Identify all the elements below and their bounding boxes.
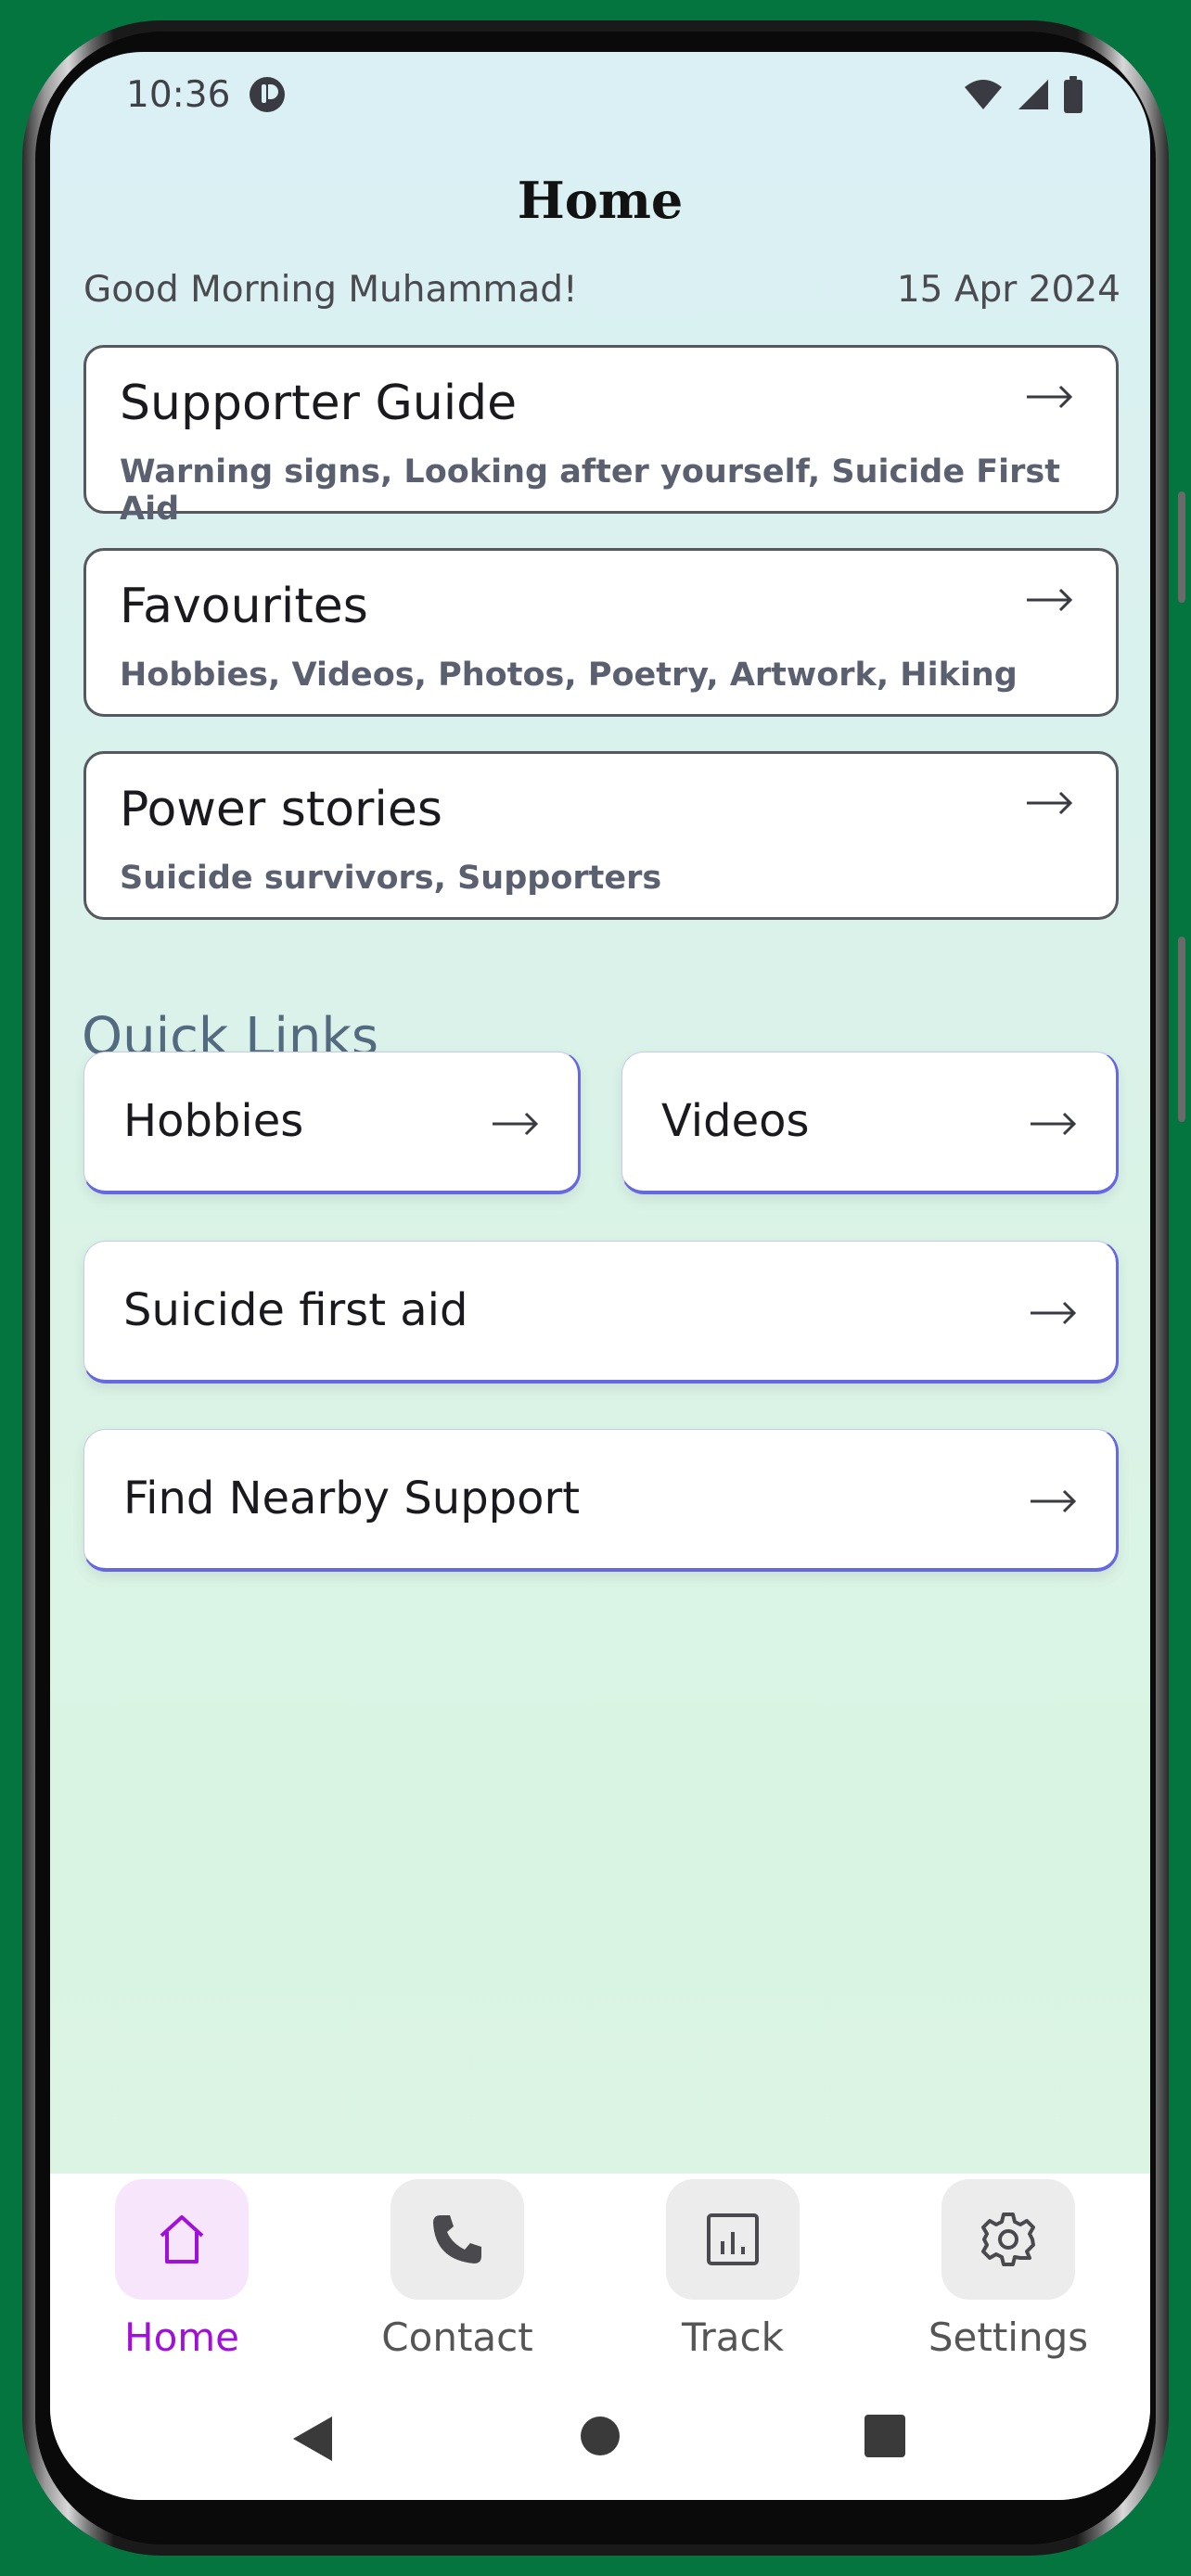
nav-pill (666, 2179, 800, 2300)
home-circle-icon[interactable] (579, 2415, 621, 2457)
nav-item-home[interactable]: Home (70, 2174, 293, 2360)
arrow-right-icon (493, 1112, 539, 1136)
wifi-icon (965, 80, 1002, 109)
quick-link-label: Find Nearby Support (123, 1473, 581, 1524)
chart-icon (707, 2213, 759, 2265)
status-icons (963, 76, 1083, 113)
card-favourites[interactable]: Favourites Hobbies, Videos, Photos, Poet… (83, 548, 1119, 717)
recents-icon[interactable] (864, 2415, 905, 2457)
status-time: 10:36 (126, 74, 231, 116)
arrow-right-icon (1031, 1112, 1077, 1136)
screen: 10:36 Home Good Morning Muhammad! 15 Apr… (50, 52, 1150, 2500)
quick-link-hobbies[interactable]: Hobbies (83, 1052, 581, 1194)
app-indicator-icon (250, 77, 285, 112)
status-bar: 10:36 (50, 52, 1150, 145)
quick-link-find-nearby-support[interactable]: Find Nearby Support (83, 1429, 1119, 1572)
card-supporter-guide[interactable]: Supporter Guide Warning signs, Looking a… (83, 345, 1119, 528)
gear-icon (981, 2213, 1035, 2266)
arrow-right-icon (1027, 385, 1073, 409)
date-text: 15 Apr 2024 (896, 269, 1121, 311)
card-title: Favourites (120, 579, 368, 634)
nav-label: Home (123, 2315, 240, 2360)
nav-pill (115, 2179, 249, 2300)
arrow-right-icon (1027, 588, 1073, 612)
nav-label: Track (682, 2315, 784, 2360)
back-icon[interactable] (289, 2415, 334, 2463)
battery-icon (1064, 76, 1082, 113)
arrow-right-icon (1027, 791, 1073, 815)
card-subtitle: Suicide survivors, Supporters (120, 860, 662, 897)
greeting-text: Good Morning Muhammad! (83, 269, 578, 311)
quick-link-label: Videos (661, 1095, 810, 1147)
card-title: Supporter Guide (120, 376, 518, 431)
quick-link-videos[interactable]: Videos (621, 1052, 1119, 1194)
nav-item-settings[interactable]: Settings (897, 2174, 1120, 2360)
arrow-right-icon (1031, 1489, 1077, 1513)
arrow-right-icon (1031, 1301, 1077, 1325)
signal-icon (1018, 80, 1048, 109)
system-nav-bar (50, 2398, 1150, 2481)
nav-item-contact[interactable]: Contact (346, 2174, 569, 2360)
quick-link-label: Hobbies (123, 1095, 304, 1147)
nav-label: Contact (381, 2315, 533, 2360)
nav-pill (391, 2179, 524, 2300)
nav-pill (941, 2179, 1075, 2300)
phone-icon (433, 2215, 481, 2264)
card-power-stories[interactable]: Power stories Suicide survivors, Support… (83, 751, 1119, 920)
power-button (1178, 937, 1185, 1122)
card-subtitle: Hobbies, Videos, Photos, Poetry, Artwork… (120, 657, 1018, 694)
card-title: Power stories (120, 782, 442, 837)
quick-link-suicide-first-aid[interactable]: Suicide first aid (83, 1241, 1119, 1384)
nav-item-track[interactable]: Track (621, 2174, 844, 2360)
quick-link-label: Suicide first aid (123, 1284, 468, 1336)
home-icon (160, 2215, 204, 2264)
volume-button (1178, 491, 1185, 603)
page-title: Home (517, 171, 684, 230)
nav-label: Settings (928, 2315, 1089, 2360)
card-subtitle: Warning signs, Looking after yourself, S… (120, 453, 1060, 528)
